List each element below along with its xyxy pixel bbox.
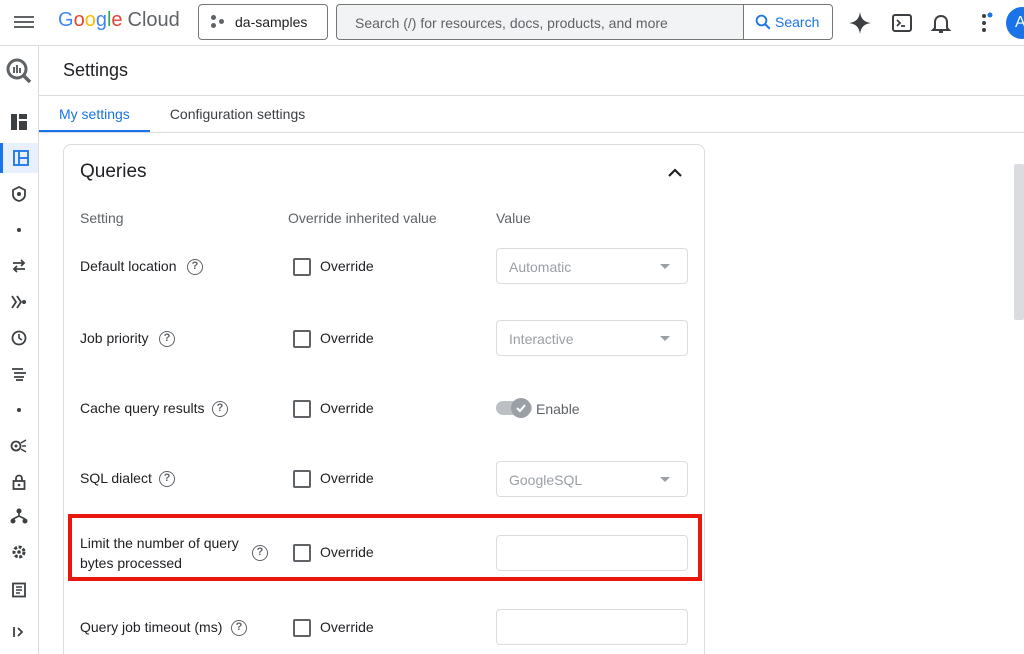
hamburger-menu-icon[interactable] [14, 13, 36, 33]
studio-panel-icon[interactable] [0, 143, 38, 173]
override-checkbox-query-job-timeout[interactable] [293, 619, 311, 637]
expand-rail-icon[interactable] [0, 617, 38, 647]
sql-dialect-select[interactable]: GoogleSQL [496, 461, 688, 497]
override-label: Override [320, 258, 374, 274]
column-header-value: Value [496, 210, 531, 226]
settings-gear-icon[interactable] [0, 537, 38, 567]
help-icon[interactable]: ? [212, 401, 228, 417]
override-checkbox-sql-dialect[interactable] [293, 470, 311, 488]
tab-my-settings[interactable]: My settings [39, 96, 150, 132]
more-options-icon[interactable] [972, 11, 996, 35]
top-bar: Google Cloud da-samples Search (/) for re… [0, 0, 1024, 46]
pipelines-icon[interactable] [0, 287, 38, 317]
hierarchy-icon[interactable] [0, 501, 38, 531]
help-icon[interactable]: ? [231, 620, 247, 636]
project-name: da-samples [235, 14, 308, 30]
release-notes-icon[interactable] [0, 575, 38, 605]
nav-dot-icon[interactable] [0, 395, 38, 425]
project-picker-button[interactable]: da-samples [198, 4, 328, 40]
queries-section-title: Queries [80, 161, 147, 182]
highlight-annotation-box [68, 514, 702, 581]
override-checkbox-job-priority[interactable] [293, 330, 311, 348]
cloud-shell-terminal-icon[interactable] [890, 11, 914, 35]
search-button[interactable]: Search [743, 4, 833, 40]
left-nav-rail [0, 46, 39, 654]
dashboard-icon[interactable] [0, 107, 38, 137]
transfers-icon[interactable] [0, 251, 38, 281]
notifications-bell-icon[interactable] [929, 11, 953, 35]
dropdown-arrow-icon [660, 264, 670, 269]
scheduled-queries-clock-icon[interactable] [0, 323, 38, 353]
column-header-setting: Setting [80, 210, 124, 226]
cache-results-toggle[interactable] [496, 398, 532, 418]
setting-label-job-priority: Job priority [80, 330, 149, 346]
setting-label-default-location: Default location [80, 258, 177, 274]
override-checkbox-cache-query-results[interactable] [293, 400, 311, 418]
default-location-select[interactable]: Automatic [496, 248, 688, 284]
override-label: Override [320, 470, 374, 486]
nav-dot-icon[interactable] [0, 215, 38, 245]
search-icon [755, 14, 771, 30]
settings-tabs: My settings Configuration settings [39, 96, 325, 132]
column-header-override: Override inherited value [288, 210, 437, 226]
help-icon[interactable]: ? [159, 331, 175, 347]
help-icon[interactable]: ? [159, 471, 175, 487]
chevron-up-icon[interactable] [664, 162, 686, 184]
analytics-hub-icon[interactable] [0, 431, 38, 461]
setting-label-cache-query-results: Cache query results [80, 400, 205, 416]
list-icon[interactable] [0, 359, 38, 389]
dropdown-arrow-icon [660, 477, 670, 482]
override-label: Override [320, 400, 374, 416]
tabs-divider [39, 132, 1024, 133]
setting-label-query-job-timeout: Query job timeout (ms) [80, 619, 223, 635]
query-job-timeout-input[interactable] [496, 609, 688, 645]
dropdown-arrow-icon [660, 336, 670, 341]
search-input[interactable]: Search (/) for resources, docs, products… [336, 4, 744, 40]
page-title: Settings [63, 60, 129, 80]
override-checkbox-default-location[interactable] [293, 258, 311, 276]
google-cloud-logo[interactable]: Google Cloud [58, 9, 180, 32]
account-avatar[interactable]: A [1006, 7, 1024, 39]
override-label: Override [320, 619, 374, 635]
bigquery-logo-icon[interactable] [0, 54, 38, 88]
toggle-label: Enable [536, 401, 580, 417]
lock-icon[interactable] [0, 467, 38, 497]
job-priority-select[interactable]: Interactive [496, 320, 688, 356]
gemini-sparkle-icon[interactable] [848, 11, 872, 35]
page-scrollbar[interactable] [1014, 164, 1024, 320]
override-label: Override [320, 330, 374, 346]
help-icon[interactable]: ? [187, 259, 203, 275]
project-icon [211, 15, 225, 29]
setting-label-sql-dialect: SQL dialect [80, 470, 152, 486]
tab-configuration-settings[interactable]: Configuration settings [150, 96, 325, 132]
shield-icon[interactable] [0, 179, 38, 209]
check-icon [511, 398, 531, 418]
